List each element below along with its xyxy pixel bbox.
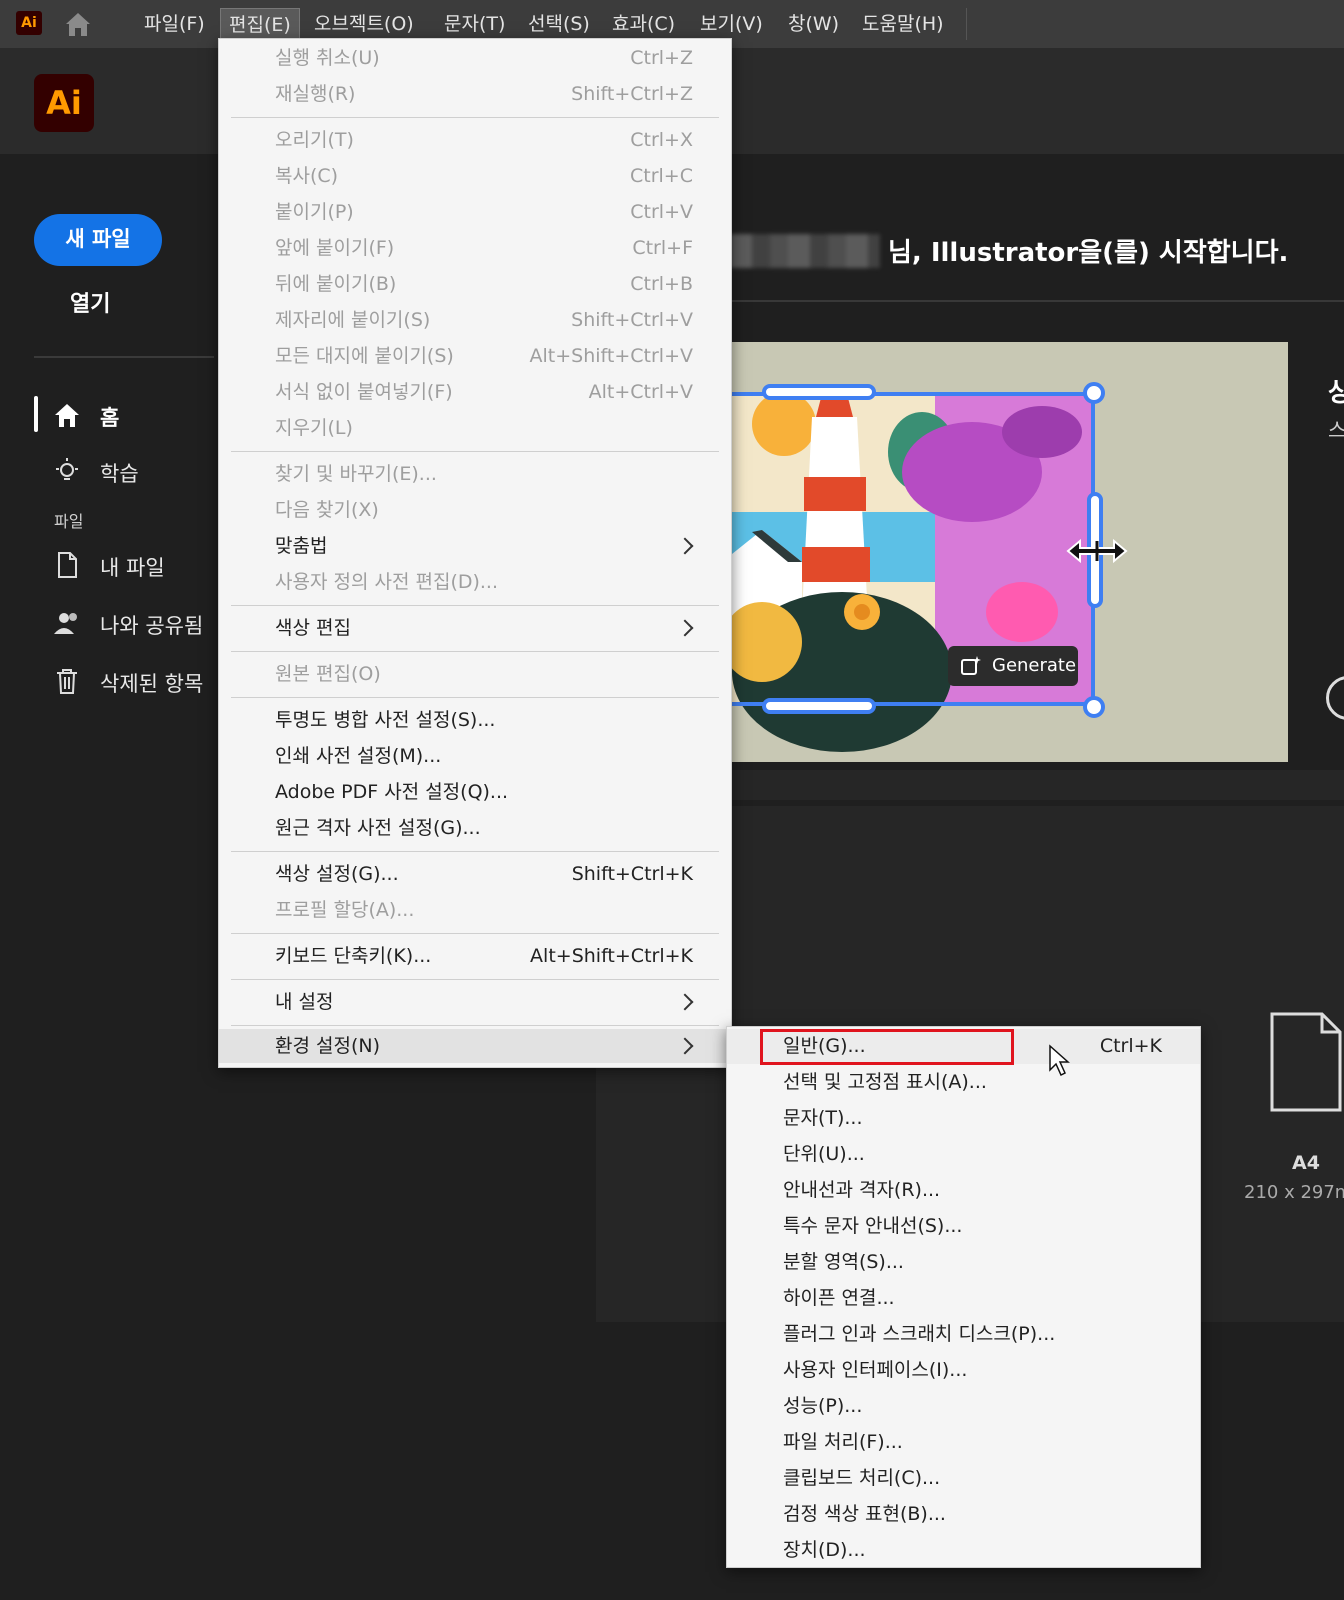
menu-separator bbox=[231, 451, 719, 452]
sidebar-item-label: 나와 공유됨 bbox=[100, 614, 204, 638]
corner-handle-bottom[interactable] bbox=[1083, 696, 1105, 718]
edit-menu-dropdown: 실행 취소(U) Ctrl+Z 재실행(R) Shift+Ctrl+Z 오리기(T)… bbox=[218, 38, 732, 1068]
generate-icon bbox=[961, 656, 981, 675]
sidebar-item-deleted[interactable]: 삭제된 항목 bbox=[52, 666, 222, 700]
redacted-username bbox=[730, 234, 880, 268]
menu-item-undo[interactable]: 실행 취소(U) Ctrl+Z bbox=[219, 41, 731, 75]
menu-item-edit-colors[interactable]: 색상 편집 bbox=[219, 611, 731, 645]
menu-item-edit-custom-dictionary[interactable]: 사용자 정의 사전 편집(D)... bbox=[219, 565, 731, 599]
preferences-submenu: 일반(G)... Ctrl+K 선택 및 고정점 표시(A)... 문자(T)..… bbox=[726, 1026, 1201, 1568]
menu-window[interactable]: 창(W) bbox=[780, 0, 847, 48]
submenu-item-selection-anchor-display[interactable]: 선택 및 고정점 표시(A)... bbox=[727, 1065, 1200, 1100]
menu-separator bbox=[231, 1025, 719, 1026]
submenu-item-type[interactable]: 문자(T)... bbox=[727, 1101, 1200, 1136]
new-file-button[interactable]: 새 파일 bbox=[34, 214, 162, 266]
chevron-right-icon bbox=[676, 993, 694, 1011]
sidebar-item-label: 학습 bbox=[100, 462, 139, 486]
menu-separator bbox=[231, 851, 719, 852]
chevron-right-icon bbox=[676, 1037, 694, 1055]
a4-preset-label: A4 bbox=[1292, 1152, 1320, 1174]
submenu-item-guides-grid[interactable]: 안내선과 격자(R)... bbox=[727, 1173, 1200, 1208]
menu-item-clear[interactable]: 지우기(L) bbox=[219, 411, 731, 445]
files-section-label: 파일 bbox=[54, 512, 84, 531]
menu-item-paste-in-front[interactable]: 앞에 붙이기(F) Ctrl+F bbox=[219, 231, 731, 265]
home-icon[interactable] bbox=[62, 10, 94, 38]
users-icon bbox=[54, 613, 77, 634]
menu-separator bbox=[231, 605, 719, 606]
highlight-box bbox=[760, 1029, 1014, 1065]
menu-item-cut[interactable]: 오리기(T) Ctrl+X bbox=[219, 123, 731, 157]
menu-item-paste-without-formatting[interactable]: 서식 없이 붙여넣기(F) Alt+Ctrl+V bbox=[219, 375, 731, 409]
menu-item-my-settings[interactable]: 내 설정 bbox=[219, 985, 731, 1019]
hero-side-title: 상 bbox=[1328, 378, 1344, 408]
welcome-heading: 님, Illustrator을(를) 시작합니다. bbox=[888, 238, 1289, 268]
a4-preset-size: 210 x 297m bbox=[1244, 1182, 1344, 1203]
submenu-item-hyphenation[interactable]: 하이픈 연결... bbox=[727, 1281, 1200, 1316]
menu-item-find-replace[interactable]: 찾기 및 바꾸기(E)... bbox=[219, 457, 731, 491]
corner-handle-top[interactable] bbox=[1083, 382, 1105, 404]
hero-side-subtitle: 스 bbox=[1328, 418, 1344, 442]
menubar-divider bbox=[966, 8, 967, 40]
lightbulb-icon bbox=[56, 458, 78, 480]
submenu-item-file-handling[interactable]: 파일 처리(F)... bbox=[727, 1425, 1200, 1460]
mouse-cursor-icon bbox=[1049, 1044, 1070, 1077]
submenu-item-plugins-scratch-disks[interactable]: 플러그 인과 스크래치 디스크(P)... bbox=[727, 1317, 1200, 1352]
menu-separator bbox=[231, 651, 719, 652]
submenu-item-units[interactable]: 단위(U)... bbox=[727, 1137, 1200, 1172]
menu-item-transparency-flattener-presets[interactable]: 투명도 병합 사전 설정(S)... bbox=[219, 703, 731, 737]
sidebar-item-label: 삭제된 항목 bbox=[100, 672, 204, 696]
open-button[interactable]: 열기 bbox=[70, 286, 110, 318]
menu-item-paste[interactable]: 붙이기(P) Ctrl+V bbox=[219, 195, 731, 229]
menu-item-perspective-grid-presets[interactable]: 원근 격자 사전 설정(G)... bbox=[219, 811, 731, 845]
generate-button[interactable]: Generate bbox=[948, 646, 1078, 686]
menu-separator bbox=[231, 697, 719, 698]
menu-item-color-settings[interactable]: 색상 설정(G)... Shift+Ctrl+K bbox=[219, 857, 731, 891]
sidebar-item-label: 내 파일 bbox=[100, 556, 165, 580]
menu-item-print-presets[interactable]: 인쇄 사전 설정(M)... bbox=[219, 739, 731, 773]
active-indicator bbox=[34, 396, 38, 432]
menu-item-pdf-presets[interactable]: Adobe PDF 사전 설정(Q)... bbox=[219, 775, 731, 809]
submenu-item-smart-guides[interactable]: 특수 문자 안내선(S)... bbox=[727, 1209, 1200, 1244]
hero-banner[interactable] bbox=[722, 342, 1288, 762]
menu-file[interactable]: 파일(F) bbox=[136, 0, 213, 48]
resize-handle-bottom[interactable] bbox=[762, 698, 876, 714]
trash-icon bbox=[57, 669, 77, 694]
home-icon bbox=[55, 404, 79, 427]
sidebar-divider bbox=[34, 356, 214, 358]
menu-item-spelling[interactable]: 맞춤법 bbox=[219, 529, 731, 563]
welcome-divider bbox=[722, 300, 1344, 302]
chevron-right-icon bbox=[676, 537, 694, 555]
submenu-item-slices[interactable]: 분할 영역(S)... bbox=[727, 1245, 1200, 1280]
illustrator-logo: Ai bbox=[34, 74, 94, 132]
menu-separator bbox=[231, 933, 719, 934]
file-icon bbox=[58, 552, 77, 578]
submenu-item-user-interface[interactable]: 사용자 인터페이스(I)... bbox=[727, 1353, 1200, 1388]
menu-item-assign-profile[interactable]: 프로필 할당(A)... bbox=[219, 893, 731, 927]
chevron-right-icon bbox=[676, 619, 694, 637]
menu-separator bbox=[231, 979, 719, 980]
resize-cursor-icon bbox=[1066, 538, 1128, 564]
document-icon[interactable] bbox=[1270, 1012, 1342, 1112]
menu-item-paste-all-artboards[interactable]: 모든 대지에 붙이기(S) Alt+Shift+Ctrl+V bbox=[219, 339, 731, 373]
submenu-item-clipboard-handling[interactable]: 클립보드 처리(C)... bbox=[727, 1461, 1200, 1496]
section-strip bbox=[722, 770, 1344, 800]
menu-item-keyboard-shortcuts[interactable]: 키보드 단축키(K)... Alt+Shift+Ctrl+K bbox=[219, 939, 731, 973]
generate-label: Generate bbox=[992, 655, 1077, 676]
menu-item-preferences[interactable]: 환경 설정(N) bbox=[219, 1029, 731, 1063]
menu-separator bbox=[231, 117, 719, 118]
submenu-item-devices[interactable]: 장치(D)... bbox=[727, 1533, 1200, 1568]
ai-app-icon: Ai bbox=[16, 11, 42, 35]
resize-handle-top[interactable] bbox=[762, 384, 876, 400]
submenu-item-appearance-of-black[interactable]: 검정 색상 표현(B)... bbox=[727, 1497, 1200, 1532]
menu-item-paste-in-back[interactable]: 뒤에 붙이기(B) Ctrl+B bbox=[219, 267, 731, 301]
menu-item-find-next[interactable]: 다음 찾기(X) bbox=[219, 493, 731, 527]
menu-help[interactable]: 도움말(H) bbox=[854, 0, 952, 48]
sidebar-item-shared[interactable]: 나와 공유됨 bbox=[52, 608, 222, 642]
menu-item-redo[interactable]: 재실행(R) Shift+Ctrl+Z bbox=[219, 77, 731, 111]
menu-item-paste-in-place[interactable]: 제자리에 붙이기(S) Shift+Ctrl+V bbox=[219, 303, 731, 337]
sidebar-item-label: 홈 bbox=[100, 406, 120, 430]
submenu-item-performance[interactable]: 성능(P)... bbox=[727, 1389, 1200, 1424]
menu-item-edit-original[interactable]: 원본 편집(O) bbox=[219, 657, 731, 691]
menu-item-copy[interactable]: 복사(C) Ctrl+C bbox=[219, 159, 731, 193]
